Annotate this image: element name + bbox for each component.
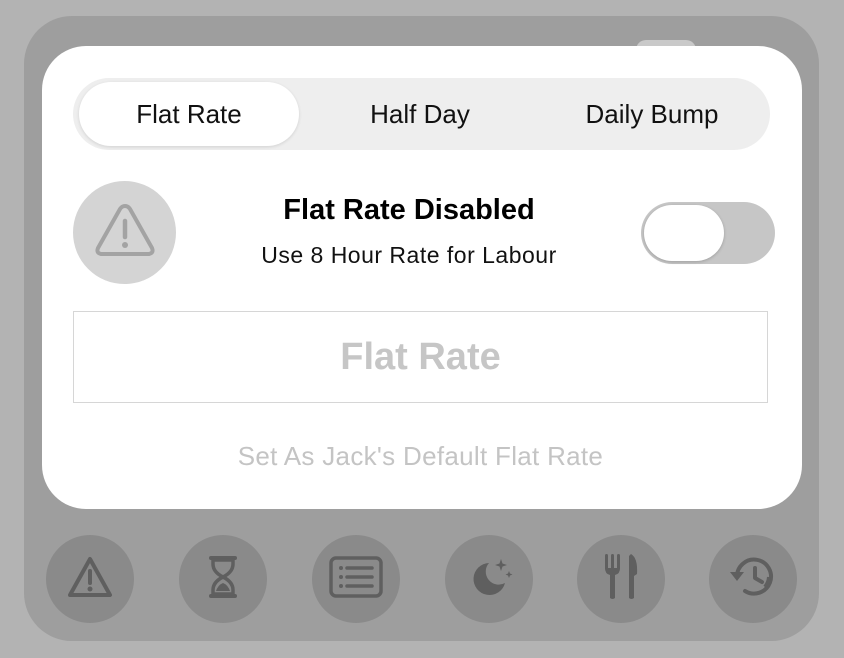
bottom-warning-button[interactable] [46,535,134,623]
toggle-knob [644,205,724,261]
hourglass-icon [205,554,241,605]
bottom-notes-button[interactable] [312,535,400,623]
fork-knife-icon [601,552,641,607]
tab-label: Flat Rate [136,98,242,129]
bottom-history-button[interactable] [709,535,797,623]
status-title: Flat Rate Disabled [283,194,535,226]
rate-type-segmented-control: Flat Rate Half Day Daily Bump [73,78,770,150]
status-icon-badge [73,181,176,284]
flat-rate-modal: Flat Rate Half Day Daily Bump Flat Rate … [42,46,802,509]
tab-label: Daily Bump [585,98,719,129]
moon-stars-icon [465,553,513,606]
flat-rate-input[interactable] [74,312,767,402]
tab-half-day[interactable]: Half Day [307,82,533,146]
history-clock-icon [725,552,781,607]
status-subtitle: Use 8 Hour Rate for Labour [261,242,557,268]
warning-triangle-icon [66,555,114,604]
warning-triangle-icon [93,201,157,264]
tab-daily-bump[interactable]: Daily Bump [539,82,765,146]
tab-flat-rate[interactable]: Flat Rate [79,82,299,146]
bottom-meal-button[interactable] [577,535,665,623]
set-default-flat-rate-button[interactable]: Set As Jack's Default Flat Rate [73,441,768,472]
tab-label: Half Day [370,98,470,129]
bottom-hourglass-button[interactable] [179,535,267,623]
flat-rate-toggle[interactable] [641,202,775,264]
flat-rate-field [73,311,768,403]
bottom-night-button[interactable] [445,535,533,623]
list-document-icon [328,555,384,604]
